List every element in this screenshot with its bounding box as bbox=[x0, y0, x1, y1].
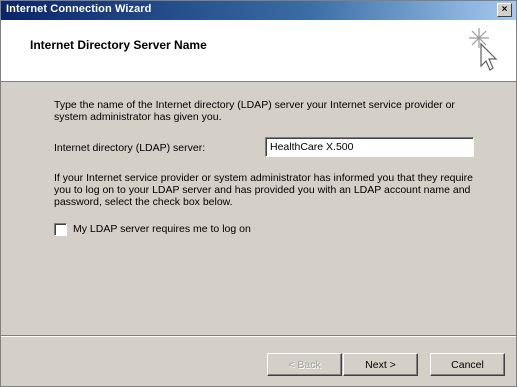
instructions-text: Type the name of the Internet directory … bbox=[54, 99, 455, 123]
logon-checkbox-label[interactable]: My LDAP server requires me to log on bbox=[73, 223, 251, 235]
logon-info-text: If your Internet service provider or sys… bbox=[54, 172, 474, 208]
close-button[interactable]: × bbox=[497, 3, 512, 17]
page-title: Internet Directory Server Name bbox=[30, 38, 207, 52]
back-button[interactable]: < Back bbox=[267, 353, 342, 376]
ldap-server-input[interactable]: HealthCare X.500 bbox=[265, 137, 474, 157]
next-button[interactable]: Next > bbox=[343, 353, 418, 376]
button-divider bbox=[1, 335, 516, 337]
server-field-label: Internet directory (LDAP) server: bbox=[54, 142, 206, 154]
wizard-sparkle-cursor-icon bbox=[469, 28, 498, 71]
wizard-window: Internet Connection Wizard × Internet Di… bbox=[0, 0, 517, 387]
title-bar[interactable]: Internet Connection Wizard × bbox=[1, 1, 516, 20]
window-title: Internet Connection Wizard bbox=[6, 3, 152, 15]
logon-required-checkbox[interactable] bbox=[54, 222, 67, 236]
wizard-body: Type the name of the Internet directory … bbox=[1, 82, 516, 332]
cancel-button[interactable]: Cancel bbox=[430, 353, 505, 376]
wizard-header: Internet Directory Server Name bbox=[1, 20, 516, 82]
logon-checkbox-row[interactable]: My LDAP server requires me to log on bbox=[54, 222, 251, 236]
close-icon: × bbox=[501, 4, 508, 15]
